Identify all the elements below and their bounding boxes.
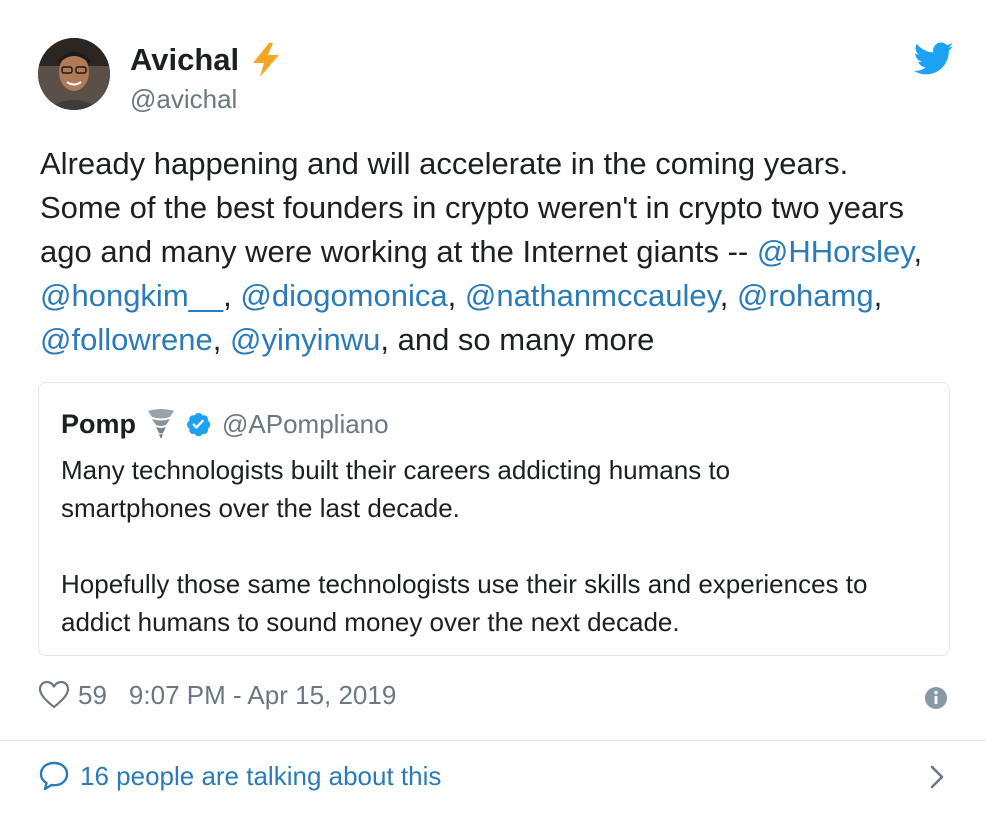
quoted-text-line: addict humans to sound money over the ne…: [61, 607, 680, 637]
quoted-paragraph-2: Hopefully those same technologists use t…: [61, 565, 941, 641]
tweet-text-segment: Some of the best founders in crypto were…: [40, 190, 905, 225]
tweet-text-line: Already happening and will accelerate in…: [40, 142, 960, 186]
author-name[interactable]: Avichal: [130, 42, 239, 78]
tweet-text-segment: ,: [212, 322, 231, 357]
tweet-text-segment: Already happening and will accelerate in…: [40, 146, 849, 181]
quoted-paragraph-1: Many technologists built their careers a…: [61, 451, 941, 527]
tweet-text-segment: ,: [223, 278, 241, 313]
quoted-tweet[interactable]: Pomp @APompliano Many technologists buil…: [38, 382, 950, 656]
tweet-text-line: ago and many were working at the Interne…: [40, 230, 960, 274]
tweet-timestamp[interactable]: 9:07 PM - Apr 15, 2019: [129, 680, 396, 710]
mention-link[interactable]: @followrene: [40, 322, 213, 357]
tweet-text-segment: ,: [719, 278, 738, 313]
tweet-text-line: Some of the best founders in crypto were…: [40, 186, 960, 230]
tweet-text: Already happening and will accelerate in…: [40, 142, 960, 362]
info-icon[interactable]: [924, 686, 948, 710]
quoted-text-line: Hopefully those same technologists use t…: [61, 569, 868, 599]
like-count[interactable]: 59: [78, 680, 107, 710]
speech-bubble-icon: [39, 761, 69, 791]
author-name-row: Avichal: [130, 42, 283, 78]
quoted-author-name: Pomp: [61, 409, 137, 439]
twitter-bird-icon[interactable]: [914, 42, 954, 76]
divider: [0, 740, 986, 741]
chevron-right-icon[interactable]: [928, 762, 946, 792]
tweet-text-line: @followrene, @yinyinwu, and so many more: [40, 318, 960, 362]
tornado-icon: [148, 409, 175, 439]
mention-link[interactable]: @nathanmccauley: [465, 278, 720, 313]
tweet-text-segment: ago and many were working at the Interne…: [40, 234, 757, 269]
conversation-link[interactable]: 16 people are talking about this: [38, 760, 441, 792]
mention-link[interactable]: @rohamg: [737, 278, 874, 313]
lightning-icon: [253, 43, 280, 77]
mention-link[interactable]: @hongkim__: [40, 278, 223, 313]
heart-icon[interactable]: [38, 680, 70, 710]
quoted-tweet-header: Pomp @APompliano: [61, 407, 389, 441]
tweet-text-segment: , and so many more: [380, 322, 655, 357]
mention-link[interactable]: @yinyinwu: [230, 322, 380, 357]
tweet-text-segment: ,: [913, 234, 923, 269]
author-handle[interactable]: @avichal: [130, 84, 237, 114]
tweet-text-line: @hongkim__, @diogomonica, @nathanmccaule…: [40, 274, 960, 318]
verified-badge-icon: [187, 412, 211, 437]
quoted-author-handle: @APompliano: [222, 409, 389, 439]
mention-link[interactable]: @diogomonica: [240, 278, 447, 313]
tweet-meta: 59 9:07 PM - Apr 15, 2019: [38, 680, 396, 710]
quoted-tweet-text: Many technologists built their careers a…: [61, 451, 941, 641]
tweet-text-segment: ,: [873, 278, 883, 313]
avatar[interactable]: [38, 38, 110, 110]
quoted-text-line: smartphones over the last decade.: [61, 493, 460, 523]
mention-link[interactable]: @HHorsley: [757, 234, 914, 269]
tweet-text-segment: ,: [447, 278, 465, 313]
conversation-count-label: 16 people are talking about this: [80, 761, 442, 791]
quoted-text-line: Many technologists built their careers a…: [61, 455, 731, 485]
embedded-tweet: Avichal @avichal Already happening and w…: [0, 0, 986, 820]
